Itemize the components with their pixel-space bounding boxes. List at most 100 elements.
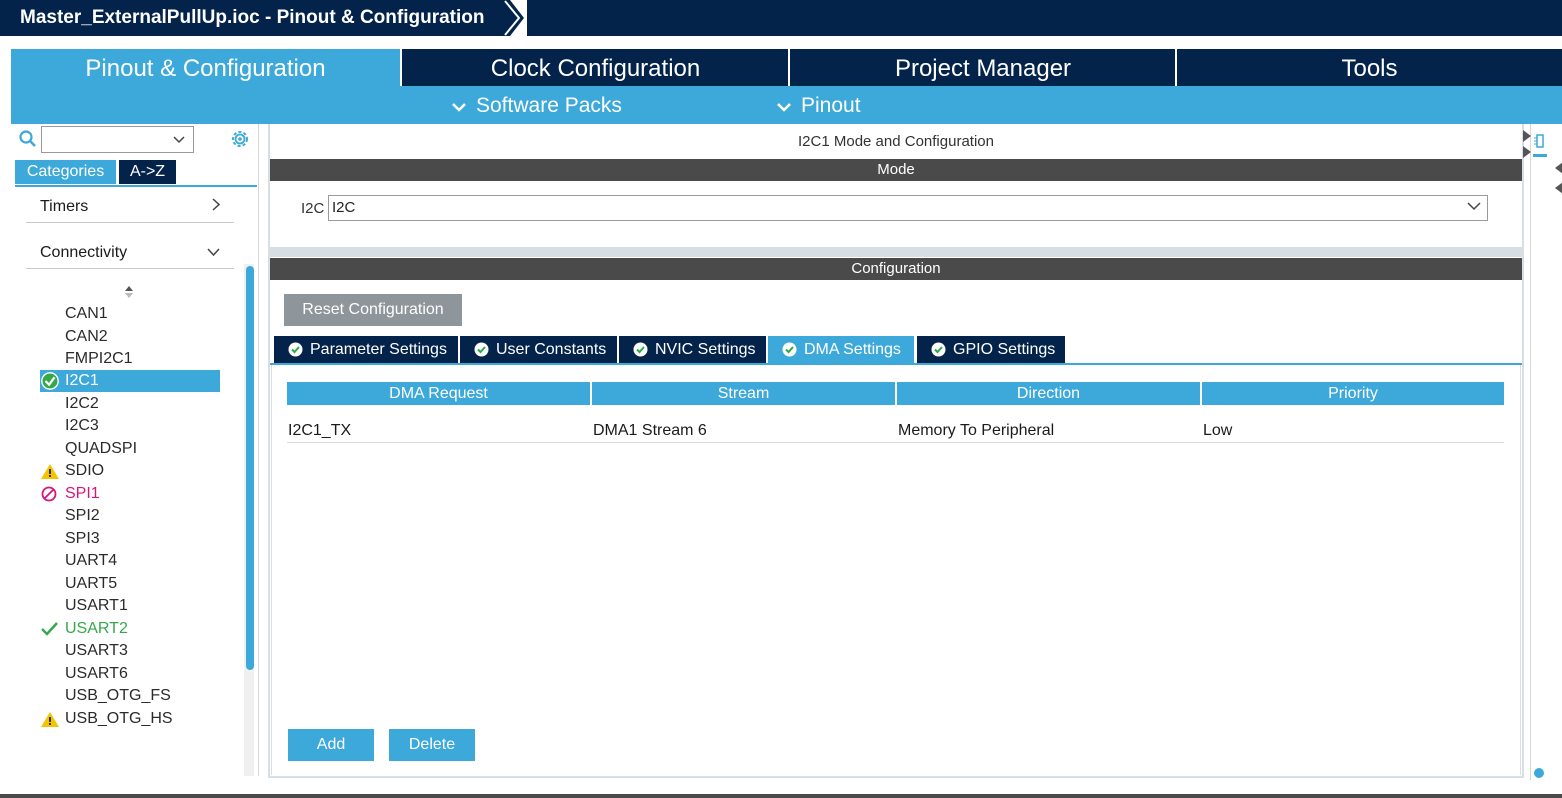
- chevron-down-icon[interactable]: [173, 136, 185, 144]
- i2c-mode-label: I2C: [301, 200, 325, 217]
- section-timers[interactable]: Timers: [26, 190, 234, 223]
- title-bar: Master_ExternalPullUp.ioc - Pinout & Con…: [0, 0, 1562, 36]
- panel-title: I2C1 Mode and Configuration: [798, 133, 994, 150]
- scrollbar-thumb[interactable]: [246, 266, 254, 670]
- tab-parameter-settings[interactable]: Parameter Settings: [274, 336, 458, 363]
- mode-header: Mode: [270, 159, 1522, 181]
- add-button[interactable]: Add: [288, 729, 374, 761]
- configuration-header: Configuration: [270, 258, 1522, 280]
- chevron-down-icon: [777, 103, 791, 112]
- column-header-priority[interactable]: Priority: [1202, 382, 1504, 405]
- sort-icon[interactable]: [123, 285, 135, 299]
- tab-indicator: [1533, 154, 1547, 157]
- check-circle-icon: [288, 342, 303, 357]
- configuration-panel: Configuration Reset Configuration Parame…: [270, 257, 1522, 776]
- chevron-right-icon: [212, 198, 220, 211]
- list-item[interactable]: USART2: [65, 618, 128, 640]
- chevron-down-icon: [207, 248, 220, 256]
- tab-a-to-z[interactable]: A->Z: [119, 160, 176, 184]
- tab-gpio-settings[interactable]: GPIO Settings: [917, 336, 1065, 363]
- right-side-strip: [1523, 124, 1562, 780]
- warning-icon: [41, 712, 59, 727]
- search-icon[interactable]: [19, 130, 37, 148]
- tab-clock-configuration[interactable]: Clock Configuration: [402, 49, 789, 86]
- section-connectivity-label: Connectivity: [40, 244, 128, 261]
- list-item[interactable]: UART4: [65, 550, 117, 572]
- mode-panel: I2C1 Mode and Configuration Mode I2C I2C: [270, 124, 1522, 247]
- tab-tools[interactable]: Tools: [1177, 49, 1562, 86]
- title-bar-fill: [527, 0, 1562, 36]
- pinout-menu[interactable]: Pinout: [777, 94, 861, 118]
- table-cell-direction[interactable]: Memory To Peripheral: [897, 419, 1200, 442]
- table-cell-priority[interactable]: Low: [1202, 419, 1504, 442]
- collapse-arrow-icon[interactable]: [1555, 158, 1562, 200]
- chip-icon[interactable]: [1534, 134, 1546, 148]
- list-item[interactable]: FMPI2C1: [65, 348, 133, 370]
- scroll-indicator[interactable]: [1534, 768, 1544, 778]
- reset-configuration-button[interactable]: Reset Configuration: [284, 294, 462, 326]
- tab-underline: [15, 185, 257, 187]
- title-breadcrumb: Master_ExternalPullUp.ioc - Pinout & Con…: [0, 0, 510, 36]
- tab-nvic-settings[interactable]: NVIC Settings: [619, 336, 766, 363]
- i2c-mode-select[interactable]: I2C: [328, 195, 1488, 221]
- list-item[interactable]: UART5: [65, 573, 117, 595]
- check-circle-icon: [474, 342, 489, 357]
- tab-label: NVIC Settings: [655, 341, 756, 358]
- table-cell-stream[interactable]: DMA1 Stream 6: [592, 419, 895, 442]
- chevron-down-icon: [1467, 202, 1481, 211]
- list-item[interactable]: USART6: [65, 663, 128, 685]
- checkmark-icon: [41, 622, 58, 636]
- bottom-border: [0, 794, 1562, 798]
- check-circle-icon: [782, 342, 797, 357]
- list-item[interactable]: SPI2: [65, 505, 100, 527]
- list-item[interactable]: USART3: [65, 640, 128, 662]
- tab-pinout-configuration[interactable]: Pinout & Configuration: [11, 49, 400, 86]
- list-item[interactable]: I2C2: [65, 393, 99, 415]
- list-item[interactable]: USB_OTG_HS: [65, 708, 173, 730]
- column-header-dma-request[interactable]: DMA Request: [287, 382, 590, 405]
- tab-categories[interactable]: Categories: [15, 160, 116, 184]
- window-title: Master_ExternalPullUp.ioc - Pinout & Con…: [20, 7, 485, 28]
- list-item[interactable]: USB_OTG_FS: [65, 685, 171, 707]
- disabled-icon: [41, 486, 57, 502]
- tab-label: GPIO Settings: [953, 341, 1056, 358]
- tab-label: User Constants: [496, 341, 607, 358]
- list-item[interactable]: SPI1: [65, 483, 100, 505]
- tab-user-constants[interactable]: User Constants: [460, 336, 617, 363]
- sub-toolbar: Software Packs Pinout: [11, 86, 1562, 124]
- categories-panel: Categories A->Z Timers Connectivity CAN1…: [11, 124, 259, 776]
- table-cell-dma-request[interactable]: I2C1_TX: [287, 419, 590, 442]
- collapse-arrow-icon[interactable]: [1523, 126, 1533, 160]
- tab-project-manager[interactable]: Project Manager: [790, 49, 1176, 86]
- column-header-direction[interactable]: Direction: [897, 382, 1200, 405]
- search-input[interactable]: [41, 126, 194, 153]
- table-row[interactable]: [287, 442, 1504, 443]
- list-item[interactable]: SDIO: [65, 460, 104, 482]
- list-item-selected[interactable]: I2C1: [40, 370, 220, 392]
- section-connectivity[interactable]: Connectivity: [26, 236, 234, 269]
- check-circle-icon: [931, 342, 946, 357]
- i2c-mode-value: I2C: [332, 199, 356, 216]
- list-item[interactable]: CAN1: [65, 303, 108, 325]
- check-circle-icon: [41, 372, 59, 390]
- list-item[interactable]: CAN2: [65, 326, 108, 348]
- chevron-down-icon: [452, 103, 466, 112]
- section-timers-label: Timers: [40, 198, 89, 215]
- delete-button[interactable]: Delete: [389, 729, 475, 761]
- tab-label: DMA Settings: [804, 341, 901, 358]
- software-packs-label: Software Packs: [476, 94, 622, 117]
- main-tabs: Pinout & Configuration Clock Configurati…: [11, 49, 1562, 86]
- pinout-label: Pinout: [801, 94, 861, 117]
- list-item[interactable]: USART1: [65, 595, 128, 617]
- gear-icon[interactable]: [229, 128, 251, 150]
- list-item[interactable]: QUADSPI: [65, 438, 137, 460]
- software-packs-menu[interactable]: Software Packs: [452, 94, 622, 118]
- breadcrumb-arrow-icon: [497, 0, 524, 36]
- warning-icon: [41, 464, 59, 479]
- column-header-stream[interactable]: Stream: [592, 382, 895, 405]
- list-item[interactable]: SPI3: [65, 528, 100, 550]
- check-circle-icon: [633, 342, 648, 357]
- list-item[interactable]: I2C3: [65, 415, 99, 437]
- tab-label: Parameter Settings: [310, 341, 447, 358]
- tab-dma-settings[interactable]: DMA Settings: [768, 336, 914, 363]
